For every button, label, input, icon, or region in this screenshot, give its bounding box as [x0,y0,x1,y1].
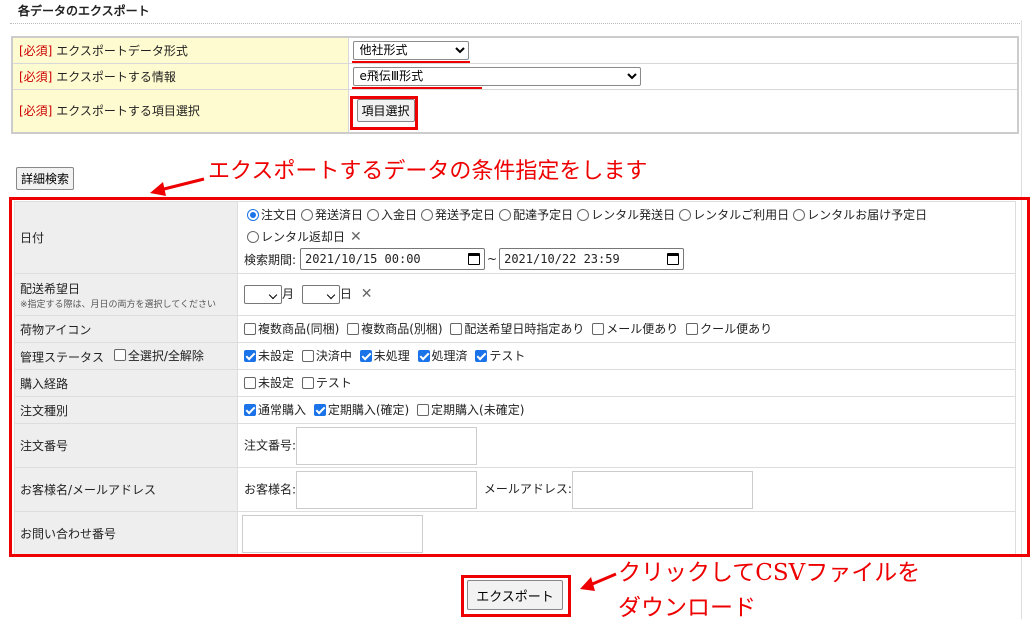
required-row-info: [必須] エクスポートする情報 e飛伝Ⅲ形式 [11,62,1019,90]
export-format-label: [必須] エクスポートデータ形式 [11,36,349,64]
export-fields-label: [必須] エクスポートする項目選択 [11,88,349,134]
annotation-export-line1: クリックしてCSVファイルを [618,560,921,586]
export-info-label: [必須] エクスポートする情報 [11,62,349,90]
required-row-format: [必須] エクスポートデータ形式 他社形式 [11,36,1019,64]
detail-search-button[interactable]: 詳細検索 [16,167,75,190]
highlight-underline-info [352,87,482,89]
export-format-cell: 他社形式 [347,36,1019,64]
required-tag: [必須] [19,69,53,84]
export-fields-cell: 項目選択 [347,88,1019,134]
annotation-export: クリックしてCSVファイルを ダウンロード [618,556,920,626]
export-fields-label-text: エクスポートする項目選択 [56,104,200,119]
annotation-conditions: エクスポートするデータの条件指定をします [208,159,648,184]
export-format-select[interactable]: 他社形式 [352,40,469,60]
highlight-box-export [461,575,571,617]
export-info-cell: e飛伝Ⅲ形式 [347,62,1019,90]
page-title: 各データのエクスポート [18,4,150,18]
highlight-box-field-select [350,96,418,130]
export-info-select[interactable]: e飛伝Ⅲ形式 [352,66,641,86]
annotation-export-line2: ダウンロード [618,595,756,621]
annotation-arrow-export [580,572,617,591]
required-tag: [必須] [19,104,53,119]
annotation-arrow-conditions [150,177,205,196]
highlight-underline-format [352,61,470,63]
required-settings-table: [必須] エクスポートデータ形式 他社形式 [必須] エクスポートする情報 e飛… [11,36,1019,134]
export-info-label-text: エクスポートする情報 [56,69,176,84]
highlight-box-conditions [9,197,1030,557]
required-row-fields: [必須] エクスポートする項目選択 項目選択 [11,88,1019,134]
required-tag: [必須] [19,43,53,58]
export-format-label-text: エクスポートデータ形式 [56,43,188,58]
title-divider [10,23,1020,24]
